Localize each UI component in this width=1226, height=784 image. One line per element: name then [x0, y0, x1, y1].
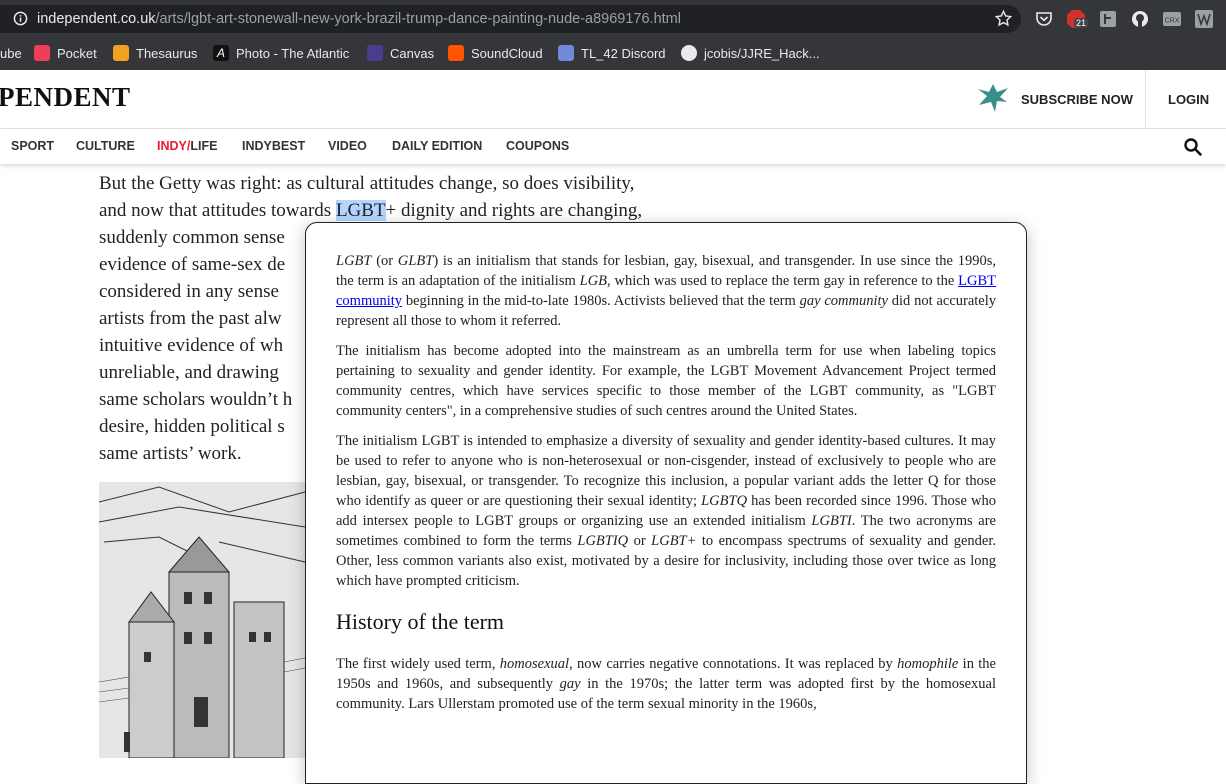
article-line: But the Getty was right: as cultural att… — [99, 173, 635, 194]
term-lgb: LGB — [579, 273, 608, 289]
crx-ext-icon[interactable]: CRX — [1162, 9, 1182, 29]
bookmark-atlantic[interactable]: A Photo - The Atlantic — [213, 43, 349, 63]
bookmark-github[interactable]: jcobis/JJRE_Hack... — [681, 43, 820, 63]
bookmark-soundcloud[interactable]: SoundCloud — [448, 43, 543, 63]
subscribe-button[interactable]: SUBSCRIBE NOW — [1021, 92, 1133, 107]
bookmark-thesaurus[interactable]: Thesaurus — [113, 43, 197, 63]
term-lgbt-plus: LGBT+ — [651, 533, 697, 549]
nav-coupons[interactable]: COUPONS — [506, 139, 569, 153]
article-text: and now that attitudes towards — [99, 200, 336, 221]
search-icon[interactable] — [1183, 137, 1203, 157]
info-icon[interactable] — [13, 11, 28, 26]
bookmark-star-icon[interactable] — [994, 9, 1013, 28]
wiki-ext-icon[interactable] — [1194, 9, 1214, 29]
popup-text: (or — [371, 253, 398, 269]
bookmark-discord[interactable]: TL_42 Discord — [558, 43, 666, 63]
url-path: /arts/lgbt-art-stonewall-new-york-brazil… — [155, 11, 681, 27]
term-lgbti: LGBTI — [811, 513, 852, 529]
article-text: + dignity and rights are changing, — [385, 200, 643, 221]
nav-life-label: LIFE — [190, 139, 218, 153]
bookmark-label: Pocket — [57, 45, 97, 61]
adblock-badge: 21 — [1074, 18, 1089, 28]
bookmark-pocket[interactable]: Pocket — [34, 43, 97, 63]
thesaurus-icon — [113, 45, 129, 61]
bookmark-label: ube — [0, 45, 22, 61]
login-button[interactable]: LOGIN — [1168, 92, 1209, 107]
canvas-icon — [367, 45, 383, 61]
popup-paragraph: LGBT (or GLBT) is an initialism that sta… — [336, 251, 996, 331]
bookmark-label: Thesaurus — [136, 45, 198, 61]
bookmark-label: SoundCloud — [471, 45, 543, 61]
popup-section-heading: History of the term — [336, 609, 505, 634]
popup-text: , now carries negative connotations. It … — [569, 656, 898, 672]
nav-video[interactable]: VIDEO — [328, 139, 367, 153]
bookmarks-bar: ube Pocket Thesaurus A Photo - The Atlant… — [0, 37, 1226, 70]
nav-indy-life[interactable]: INDY/LIFE — [157, 139, 217, 153]
term-lgbtiq: LGBTIQ — [577, 533, 629, 549]
svg-text:CRX: CRX — [1165, 18, 1180, 25]
nav-daily-edition[interactable]: DAILY EDITION — [392, 139, 482, 153]
term-gay: gay — [559, 676, 581, 692]
popup-text: The first widely used term, — [336, 656, 500, 672]
popup-text: beginning in the mid-to-late 1980s. Acti… — [402, 293, 800, 309]
bookmark-label: jcobis/JJRE_Hack... — [704, 45, 820, 61]
nav-indy-label: INDY — [157, 139, 187, 153]
term-glbt: GLBT — [397, 253, 434, 269]
popup-paragraph: The initialism has become adopted into t… — [336, 343, 996, 419]
reader-ext-icon[interactable] — [1098, 9, 1118, 29]
bookmark-label: Photo - The Atlantic — [236, 45, 350, 61]
site-header: PENDENT SUBSCRIBE NOW LOGIN — [0, 70, 1226, 129]
nav-culture[interactable]: CULTURE — [76, 139, 135, 153]
address-bar[interactable]: independent.co.uk/arts/lgbt-art-stonewal… — [0, 5, 1021, 33]
article-engraving-image — [99, 482, 305, 758]
eagle-logo-icon — [978, 84, 1008, 112]
term-lgbtq: LGBTQ — [701, 493, 748, 509]
term-lgbt: LGBT — [336, 253, 372, 269]
nav-sport[interactable]: SPORT — [11, 139, 54, 153]
header-divider — [1145, 70, 1146, 128]
article-line: and now that attitudes towards LGBT+ dig… — [99, 197, 709, 224]
nav-indybest[interactable]: INDYBEST — [242, 139, 305, 153]
popup-paragraph: The first widely used term, homosexual, … — [336, 654, 996, 714]
popup-text: or — [628, 533, 652, 549]
main-nav: SPORT CULTURE INDY/LIFE INDYBEST VIDEO D… — [0, 129, 1226, 164]
popup-content: LGBT (or GLBT) is an initialism that sta… — [336, 251, 996, 724]
adblock-ext-icon[interactable]: 21 — [1066, 9, 1089, 29]
pocket-icon — [34, 45, 50, 61]
term-homophile: homophile — [897, 656, 959, 672]
bookmark-youtube[interactable]: ube — [0, 43, 22, 63]
term-gay-community: gay community — [799, 293, 888, 309]
selected-text[interactable]: LGBT — [335, 200, 386, 221]
url-text[interactable]: independent.co.uk/arts/lgbt-art-stonewal… — [37, 11, 681, 27]
github-ext-icon[interactable] — [1130, 9, 1150, 29]
soundcloud-icon — [448, 45, 464, 61]
pocket-ext-icon[interactable] — [1034, 9, 1054, 29]
atlantic-icon: A — [213, 45, 229, 61]
bookmark-label: TL_42 Discord — [581, 45, 666, 61]
popup-paragraph: The initialism LGBT is intended to empha… — [336, 431, 996, 591]
browser-toolbar: independent.co.uk/arts/lgbt-art-stonewal… — [0, 0, 1226, 37]
github-icon — [681, 45, 697, 61]
bookmark-canvas[interactable]: Canvas — [367, 43, 434, 63]
bookmark-label: Canvas — [390, 45, 435, 61]
site-logo[interactable]: PENDENT — [0, 82, 131, 113]
discord-icon — [558, 45, 574, 61]
url-domain: independent.co.uk — [37, 11, 156, 27]
popup-text: , which was used to replace the term gay… — [607, 273, 959, 289]
term-homosexual: homosexual — [499, 656, 570, 672]
wiki-preview-popup[interactable]: LGBT (or GLBT) is an initialism that sta… — [305, 222, 1027, 784]
